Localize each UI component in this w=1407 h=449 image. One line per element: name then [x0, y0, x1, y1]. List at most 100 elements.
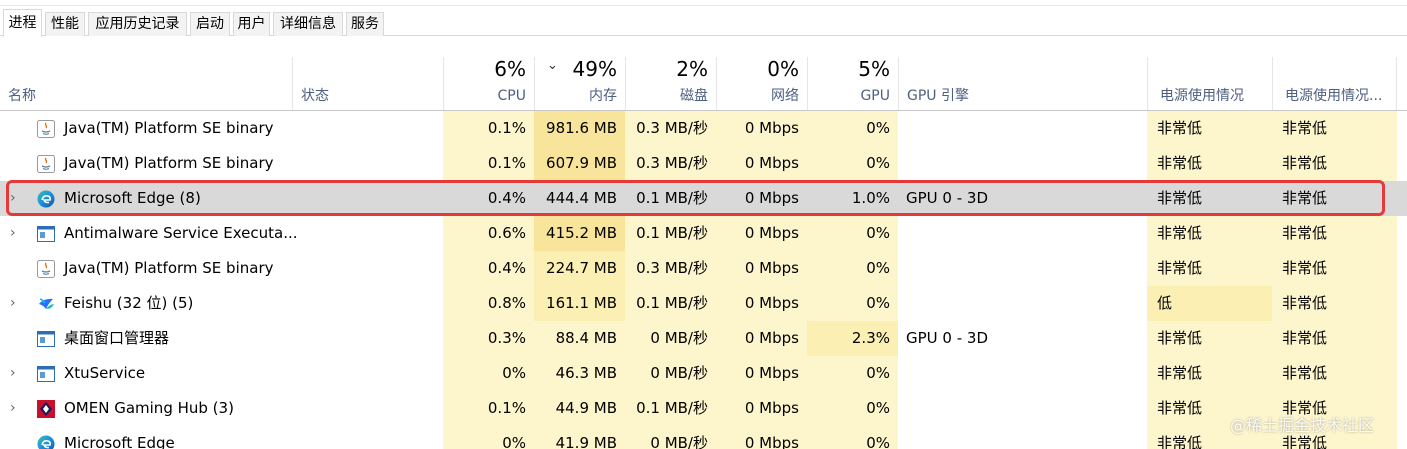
- disk-cell: 0 MB/秒: [625, 356, 716, 391]
- cpu-cell: 0.6%: [443, 216, 534, 251]
- gpu-cell: 0%: [807, 111, 898, 146]
- gpu-engine-cell: [898, 146, 1147, 181]
- process-name: Java(TM) Platform SE binary: [64, 154, 274, 172]
- column-header-gpu-engine[interactable]: GPU 引擎: [898, 57, 1147, 110]
- process-row[interactable]: Java(TM) Platform SE binary 0.1% 981.6 MB 0…: [0, 111, 1407, 146]
- memory-cell: 41.9 MB: [534, 426, 625, 449]
- process-name: Java(TM) Platform SE binary: [64, 119, 274, 137]
- disk-cell: 0.1 MB/秒: [625, 216, 716, 251]
- gpu-engine-cell: [898, 391, 1147, 426]
- disk-cell: 0.3 MB/秒: [625, 111, 716, 146]
- disk-cell: 0.1 MB/秒: [625, 391, 716, 426]
- network-cell: 0 Mbps: [716, 251, 807, 286]
- cpu-cell: 0.3%: [443, 321, 534, 356]
- process-name: Feishu (32 位) (5): [64, 294, 194, 312]
- gpu-engine-cell: [898, 111, 1147, 146]
- gpu-cell: 0%: [807, 356, 898, 391]
- expand-chevron-icon[interactable]: ›: [10, 391, 16, 426]
- network-cell: 0 Mbps: [716, 321, 807, 356]
- memory-cell: 46.3 MB: [534, 356, 625, 391]
- process-row[interactable]: Java(TM) Platform SE binary 0.1% 607.9 MB 0…: [0, 146, 1407, 181]
- edge-icon: [37, 435, 55, 449]
- tab-users[interactable]: 用户: [233, 12, 270, 36]
- column-label-power-usage: 电源使用情况: [1160, 88, 1244, 104]
- network-cell: 0 Mbps: [716, 111, 807, 146]
- gpu-cell: 0%: [807, 216, 898, 251]
- power-usage-cell: 非常低: [1147, 146, 1272, 181]
- omen-icon: [37, 400, 55, 418]
- column-label-network: 网络: [771, 88, 799, 104]
- power-usage-cell: 非常低: [1147, 216, 1272, 251]
- gpu-engine-cell: [898, 216, 1147, 251]
- disk-total-percent: 2%: [676, 57, 708, 81]
- gpu-cell: 0%: [807, 251, 898, 286]
- column-header-power-usage[interactable]: 电源使用情况: [1147, 57, 1272, 110]
- process-row[interactable]: › XtuService 0% 46.3 MB 0 MB/秒 0 Mbps 0% 非常低 非常低: [0, 356, 1407, 391]
- power-trend-cell: 非常低: [1272, 321, 1397, 356]
- column-header-gpu[interactable]: 5% GPU: [807, 57, 898, 110]
- disk-cell: 0.3 MB/秒: [625, 251, 716, 286]
- column-label-cpu: CPU: [497, 88, 526, 104]
- gpu-engine-cell: [898, 426, 1147, 449]
- power-trend-cell: 非常低: [1272, 111, 1397, 146]
- cpu-cell: 0.1%: [443, 391, 534, 426]
- cpu-cell: 0%: [443, 426, 534, 449]
- process-row[interactable]: › Antimalware Service Executa... 0.6% 415.2…: [0, 216, 1407, 251]
- column-header-status[interactable]: 状态: [292, 57, 443, 110]
- column-label-memory: 内存: [589, 88, 617, 104]
- process-name: OMEN Gaming Hub (3): [64, 399, 234, 417]
- service-window-icon: [37, 365, 55, 383]
- memory-cell: 224.7 MB: [534, 251, 625, 286]
- memory-cell: 88.4 MB: [534, 321, 625, 356]
- gpu-cell: 0%: [807, 286, 898, 321]
- gpu-cell: 2.3%: [807, 321, 898, 356]
- expand-chevron-icon[interactable]: ›: [10, 286, 16, 321]
- gpu-engine-cell: [898, 356, 1147, 391]
- power-trend-cell: 非常低: [1272, 146, 1397, 181]
- column-label-gpu-engine: GPU 引擎: [907, 88, 969, 104]
- network-cell: 0 Mbps: [716, 391, 807, 426]
- cpu-cell: 0.4%: [443, 251, 534, 286]
- power-trend-cell: 非常低: [1272, 286, 1397, 321]
- memory-cell: 44.9 MB: [534, 391, 625, 426]
- tab-performance[interactable]: 性能: [45, 12, 85, 36]
- memory-cell: 415.2 MB: [534, 216, 625, 251]
- disk-cell: 0 MB/秒: [625, 426, 716, 449]
- column-label-disk: 磁盘: [680, 88, 708, 104]
- window-top-strip: [0, 0, 1407, 6]
- power-usage-cell: 非常低: [1147, 321, 1272, 356]
- power-trend-cell: 非常低: [1272, 251, 1397, 286]
- network-total-percent: 0%: [767, 57, 799, 81]
- process-row[interactable]: › Feishu (32 位) (5) 0.8% 161.1 MB 0.1 MB/秒 0 …: [0, 286, 1407, 321]
- gpu-cell: 0%: [807, 426, 898, 449]
- process-row[interactable]: Java(TM) Platform SE binary 0.4% 224.7 MB 0…: [0, 251, 1407, 286]
- tab-processes[interactable]: 进程: [3, 9, 42, 37]
- network-cell: 0 Mbps: [716, 286, 807, 321]
- watermark: @稀土掘金技术社区: [1230, 416, 1375, 435]
- column-header-disk[interactable]: 2% 磁盘: [625, 57, 716, 110]
- gpu-total-percent: 5%: [858, 57, 890, 81]
- tab-startup[interactable]: 启动: [190, 12, 230, 36]
- network-cell: 0 Mbps: [716, 426, 807, 449]
- column-header-cpu[interactable]: 6% CPU: [443, 57, 534, 110]
- power-usage-cell: 非常低: [1147, 111, 1272, 146]
- column-header-name[interactable]: 名称: [0, 57, 292, 110]
- tab-services[interactable]: 服务: [346, 12, 384, 36]
- process-row[interactable]: Microsoft Edge 0% 41.9 MB 0 MB/秒 0 Mbps 0% 非常低…: [0, 426, 1407, 449]
- process-name: Antimalware Service Executa...: [64, 224, 298, 242]
- power-usage-cell: 低: [1147, 286, 1272, 321]
- column-header-network[interactable]: 0% 网络: [716, 57, 807, 110]
- process-row[interactable]: › OMEN Gaming Hub (3) 0.1% 44.9 MB 0.1 MB/秒 0…: [0, 391, 1407, 426]
- memory-cell: 981.6 MB: [534, 111, 625, 146]
- power-usage-cell: 非常低: [1147, 251, 1272, 286]
- expand-chevron-icon[interactable]: ›: [10, 216, 16, 251]
- tab-details[interactable]: 详细信息: [273, 12, 343, 36]
- column-header-memory[interactable]: ⌄ 49% 内存: [534, 57, 625, 110]
- column-header-power-trend[interactable]: 电源使用情况...: [1272, 57, 1397, 110]
- java-icon: [37, 155, 55, 173]
- expand-chevron-icon[interactable]: ›: [10, 356, 16, 391]
- java-icon: [37, 120, 55, 138]
- network-cell: 0 Mbps: [716, 216, 807, 251]
- tab-app-history[interactable]: 应用历史记录: [88, 12, 187, 36]
- process-row[interactable]: 桌面窗口管理器 0.3% 88.4 MB 0 MB/秒 0 Mbps 2.3% GPU 0 …: [0, 321, 1407, 356]
